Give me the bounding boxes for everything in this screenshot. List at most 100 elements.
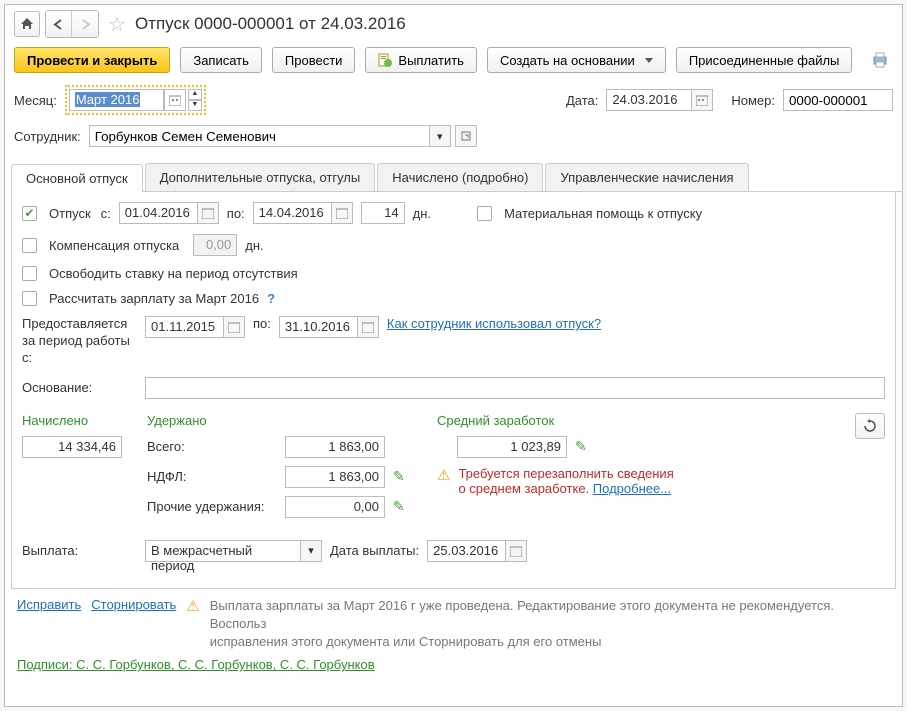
free-rate-checkbox[interactable]	[22, 266, 37, 281]
payout-mode-select[interactable]: В межрасчетный период ▾	[145, 540, 322, 562]
month-field-wrap: Март 2016 ▲ ▼	[65, 85, 206, 115]
vacation-label: Отпуск	[49, 206, 91, 221]
month-down[interactable]: ▼	[188, 100, 202, 111]
from-date-input[interactable]: 01.04.2016	[119, 202, 219, 224]
basis-label: Основание:	[22, 380, 137, 395]
free-rate-label: Освободить ставку на период отсутствия	[49, 266, 298, 281]
attachments-button[interactable]: Присоединенные файлы	[676, 47, 853, 73]
payout-date-input[interactable]: 25.03.2016	[427, 540, 527, 562]
period-from-cal[interactable]	[223, 316, 245, 338]
tab-main-vacation[interactable]: Основной отпуск	[11, 164, 143, 192]
total-value[interactable]: 1 863,00	[285, 436, 385, 458]
submit-close-button[interactable]: Провести и закрыть	[14, 47, 170, 73]
tab-management[interactable]: Управленческие начисления	[545, 163, 748, 191]
employee-open-button[interactable]	[455, 125, 477, 147]
payout-date-value[interactable]: 25.03.2016	[427, 540, 505, 562]
employee-label: Сотрудник:	[14, 129, 81, 144]
payout-date-label: Дата выплаты:	[330, 543, 419, 558]
period-label: Предоставляется за период работы с:	[22, 316, 137, 367]
help-icon[interactable]: ?	[267, 291, 275, 306]
payout-mode-value[interactable]: В межрасчетный период	[145, 540, 300, 562]
withheld-label: Удержано	[147, 413, 437, 428]
print-button[interactable]	[867, 47, 893, 73]
compensation-checkbox[interactable]	[22, 238, 37, 253]
doc-date-cal-button[interactable]	[691, 89, 713, 111]
employee-field[interactable]: ▾	[89, 125, 477, 147]
number-input[interactable]	[783, 89, 893, 111]
doc-date-value[interactable]: 24.03.2016	[606, 89, 691, 111]
period-to-input[interactable]: 31.10.2016	[279, 316, 379, 338]
from-label: с:	[101, 206, 111, 221]
period-to-value[interactable]: 31.10.2016	[279, 316, 357, 338]
mat-help-checkbox[interactable]	[477, 206, 492, 221]
basis-input[interactable]	[145, 377, 885, 399]
days-input[interactable]: 14	[361, 202, 405, 224]
to-date-input[interactable]: 14.04.2016	[253, 202, 353, 224]
back-button[interactable]	[46, 11, 72, 37]
to-date-cal[interactable]	[331, 202, 353, 224]
nav-group	[45, 10, 99, 38]
accrued-value[interactable]: 14 334,46	[22, 436, 122, 458]
employee-dropdown-button[interactable]: ▾	[429, 125, 451, 147]
other-value[interactable]: 0,00	[285, 496, 385, 518]
edit-ndfl-icon[interactable]: ✎	[393, 468, 405, 485]
warning-line2: о среднем заработке.	[458, 481, 592, 496]
to-label: по:	[227, 206, 245, 221]
month-label: Месяц:	[14, 93, 57, 108]
ndfl-label: НДФЛ:	[147, 469, 277, 484]
tab-additional[interactable]: Дополнительные отпуска, отгулы	[145, 163, 376, 191]
edit-other-icon[interactable]: ✎	[393, 498, 405, 515]
number-label: Номер:	[731, 93, 775, 108]
period-from-input[interactable]: 01.11.2015	[145, 316, 245, 338]
warning-line1: Требуется перезаполнить сведения	[458, 466, 673, 481]
forward-button[interactable]	[72, 11, 98, 37]
home-button[interactable]	[14, 11, 40, 37]
ndfl-value[interactable]: 1 863,00	[285, 466, 385, 488]
fix-link[interactable]: Исправить	[17, 597, 81, 612]
month-input[interactable]: Март 2016	[69, 89, 164, 111]
payout-date-cal[interactable]	[505, 540, 527, 562]
footer-warning-line2: исправления этого документа или Сторниро…	[210, 633, 890, 651]
to-date-value[interactable]: 14.04.2016	[253, 202, 331, 224]
signatures-link[interactable]: Подписи: С. С. Горбунков, С. С. Горбунко…	[17, 657, 375, 672]
from-date-value[interactable]: 01.04.2016	[119, 202, 197, 224]
mat-help-label: Материальная помощь к отпуску	[504, 206, 702, 221]
create-based-button[interactable]: Создать на основании	[487, 47, 666, 73]
submit-button[interactable]: Провести	[272, 47, 356, 73]
from-date-cal[interactable]	[197, 202, 219, 224]
tab-accrued[interactable]: Начислено (подробно)	[377, 163, 543, 191]
save-button[interactable]: Записать	[180, 47, 262, 73]
avg-label: Средний заработок	[437, 413, 855, 428]
calc-salary-label: Рассчитать зарплату за Март 2016	[49, 291, 259, 306]
period-to-label: по:	[253, 316, 271, 331]
compensation-label: Компенсация отпуска	[49, 238, 179, 253]
days-unit: дн.	[413, 206, 431, 221]
vacation-usage-link[interactable]: Как сотрудник использовал отпуск?	[387, 316, 601, 331]
favorite-icon[interactable]: ☆	[108, 12, 126, 37]
reverse-link[interactable]: Сторнировать	[91, 597, 176, 612]
compensation-days: 0,00	[193, 234, 237, 256]
month-up[interactable]: ▲	[188, 89, 202, 100]
month-calendar-button[interactable]	[164, 89, 186, 111]
compensation-unit: дн.	[245, 238, 263, 253]
doc-date-input[interactable]: 24.03.2016	[606, 89, 713, 111]
footer-warning-line1: Выплата зарплаты за Март 2016 г уже пров…	[210, 597, 890, 633]
payout-label: Выплата:	[22, 543, 137, 558]
edit-avg-icon[interactable]: ✎	[575, 438, 587, 455]
pay-icon	[378, 53, 392, 67]
employee-input[interactable]	[89, 125, 429, 147]
pay-button[interactable]: Выплатить	[365, 47, 477, 73]
page-title: Отпуск 0000-000001 от 24.03.2016	[135, 14, 406, 34]
period-to-cal[interactable]	[357, 316, 379, 338]
vacation-checkbox[interactable]	[22, 206, 37, 221]
payout-mode-dropdown[interactable]: ▾	[300, 540, 322, 562]
calc-salary-checkbox[interactable]	[22, 291, 37, 306]
period-from-value[interactable]: 01.11.2015	[145, 316, 223, 338]
avg-value[interactable]: 1 023,89	[457, 436, 567, 458]
warning-more-link[interactable]: Подробнее...	[593, 481, 671, 496]
footer-warning-icon: ⚠	[186, 597, 199, 615]
month-value: Март 2016	[75, 92, 141, 107]
warning-icon: ⚠	[437, 466, 450, 496]
refresh-button[interactable]	[855, 413, 885, 439]
accrued-label: Начислено	[22, 413, 147, 428]
